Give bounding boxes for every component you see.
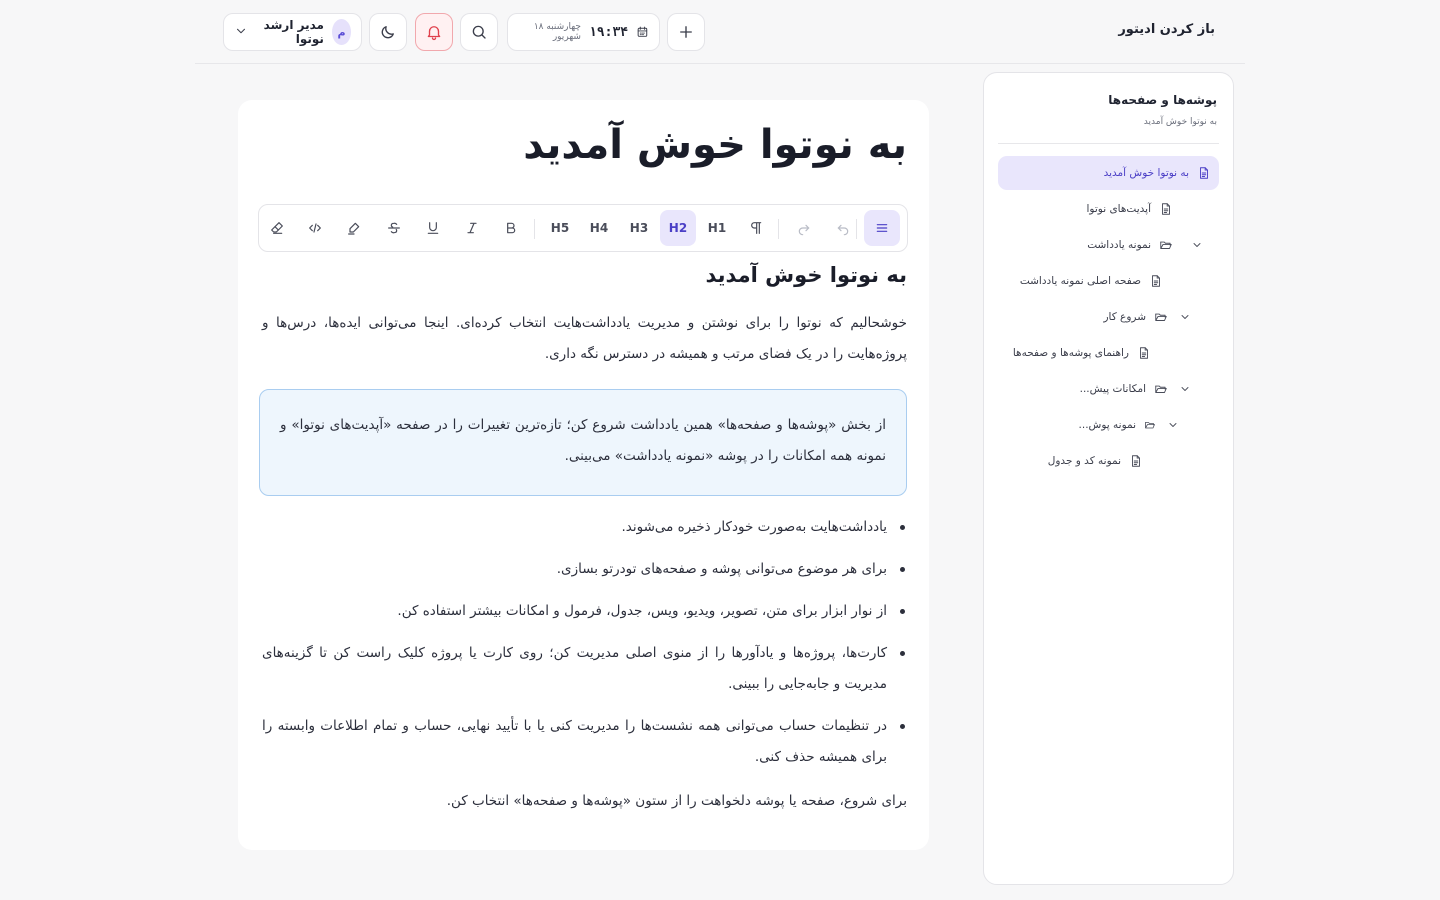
sidebar-item-getting-started[interactable]: شروع کار [1103, 300, 1168, 334]
search-icon [472, 25, 486, 39]
user-name: مدیر ارشد نوتوا [263, 18, 324, 46]
sidebar-divider [998, 143, 1219, 144]
undo-button[interactable] [825, 210, 861, 246]
file-icon [1140, 347, 1148, 359]
sidebar: پوشه‌ها و صفحه‌ها به نوتوا خوش آمدید به … [983, 72, 1234, 885]
strikethrough-icon [388, 222, 400, 234]
sidebar-item-label: نمونه پوش... [1078, 419, 1136, 431]
folder-open-icon [1160, 241, 1172, 249]
sidebar-item-label: راهنمای پوشه‌ها و صفحه‌ها [1012, 347, 1129, 359]
file-icon [1162, 203, 1170, 215]
folder-open-icon [1155, 313, 1167, 321]
list-item[interactable]: کارت‌ها، پروژه‌ها و یادآورها را از منوی … [262, 638, 907, 700]
list-item[interactable]: برای هر موضوع می‌توانی پوشه و صفحه‌های ت… [262, 554, 907, 585]
sidebar-item-sample-note[interactable]: نمونه یادداشت [1087, 228, 1173, 262]
bold-button[interactable] [493, 210, 529, 246]
sidebar-item-label: نمونه یادداشت [1087, 239, 1151, 251]
sidebar-item-welcome[interactable]: به نوتوا خوش آمدید [998, 156, 1219, 190]
highlighter-icon [348, 222, 360, 235]
intro-paragraph[interactable]: خوشحالیم که نوتوا را برای نوشتن و مدیریت… [262, 308, 907, 370]
sidebar-item-sample-home[interactable]: صفحه اصلی نمونه یادداشت [1020, 264, 1163, 298]
underline-button[interactable] [415, 210, 451, 246]
strikethrough-button[interactable] [376, 210, 412, 246]
sidebar-item-label: به نوتوا خوش آمدید [1103, 167, 1189, 179]
sidebar-item-advanced[interactable]: امکانات پیش... [1080, 372, 1168, 406]
chevron-down-icon [234, 23, 248, 42]
underline-icon [427, 222, 439, 234]
heading-2-button[interactable]: H2 [660, 210, 696, 246]
eraser-icon [271, 222, 283, 234]
sidebar-item-label: امکانات پیش... [1079, 383, 1146, 395]
date-display[interactable]: ۱۹:۳۴ چهارشنبه ۱۸ شهریور [507, 13, 660, 51]
sidebar-item-label: صفحه اصلی نمونه یادداشت [1019, 275, 1141, 287]
list-item[interactable]: یادداشت‌هایت به‌صورت خودکار ذخیره می‌شون… [262, 512, 907, 543]
italic-icon [467, 222, 477, 234]
bold-icon [507, 222, 516, 234]
heading-3-button[interactable]: H3 [621, 210, 657, 246]
file-icon [1132, 455, 1140, 467]
heading-5-button[interactable]: H5 [542, 210, 578, 246]
outro-paragraph[interactable]: برای شروع، صفحه یا پوشه دلخواهت را از ست… [262, 786, 907, 817]
list-item[interactable]: در تنظیمات حساب می‌توانی همه نشست‌ها را … [262, 711, 907, 773]
sidebar-item-code-table[interactable]: نمونه کد و جدول [1048, 444, 1143, 478]
chevron-down-icon[interactable] [1178, 310, 1192, 324]
sidebar-subtitle: به نوتوا خوش آمدید [1143, 117, 1217, 127]
sidebar-item-folders-guide[interactable]: راهنمای پوشه‌ها و صفحه‌ها [1013, 336, 1151, 370]
sidebar-item-updates[interactable]: آپدیت‌های نوتوا [1087, 192, 1174, 226]
code-icon [309, 223, 321, 233]
add-button[interactable] [667, 13, 705, 51]
sidebar-title: پوشه‌ها و صفحه‌ها [1108, 93, 1217, 107]
undo-icon [837, 224, 849, 236]
top-bar: باز کردن ادیتور ۱۹:۳۴ چهارشنبه ۱۸ شهریور… [195, 0, 1245, 64]
sidebar-item-label: شروع کار [1103, 311, 1146, 323]
code-button[interactable] [297, 210, 333, 246]
plus-icon [680, 26, 692, 38]
editor-toolbar: H1 H2 H3 H4 H5 [258, 204, 908, 252]
sidebar-item-label: آپدیت‌های نوتوا [1086, 203, 1152, 215]
list-item[interactable]: از نوار ابزار برای متن، تصویر، ویدیو، وی… [262, 596, 907, 627]
highlight-button[interactable] [336, 210, 372, 246]
chevron-down-icon[interactable] [1166, 418, 1180, 432]
bullet-list: یادداشت‌هایت به‌صورت خودکار ذخیره می‌شون… [262, 512, 907, 784]
toolbar-divider [778, 219, 779, 239]
theme-toggle-button[interactable] [369, 13, 407, 51]
search-button[interactable] [460, 13, 498, 51]
user-menu[interactable]: م مدیر ارشد نوتوا [223, 13, 362, 51]
toolbar-divider [534, 219, 535, 239]
pilcrow-icon [751, 222, 762, 234]
paragraph-button[interactable] [738, 210, 774, 246]
notifications-button[interactable] [415, 13, 453, 51]
avatar: م [331, 19, 351, 45]
sidebar-item-label: نمونه کد و جدول [1047, 455, 1121, 467]
document-card: به نوتوا خوش آمدید H1 H2 H3 H4 H5 به نوت… [238, 100, 929, 850]
page-title[interactable]: به نوتوا خوش آمدید [523, 122, 907, 168]
calendar-icon [637, 26, 648, 37]
date-time: ۱۹:۳۴ [588, 24, 629, 40]
file-icon [1152, 275, 1160, 287]
heading-1-button[interactable]: H1 [699, 210, 735, 246]
chevron-down-icon[interactable] [1178, 382, 1192, 396]
menu-icon [876, 224, 888, 232]
callout-box[interactable]: از بخش «پوشه‌ها و صفحه‌ها» همین یادداشت … [259, 389, 907, 496]
folder-open-icon [1145, 422, 1155, 429]
open-editor-link[interactable]: باز کردن ادیتور [1118, 22, 1215, 37]
file-icon [1200, 167, 1208, 179]
date-day: چهارشنبه ۱۸ شهریور [533, 22, 581, 42]
toolbar-menu-button[interactable] [864, 210, 900, 246]
heading-4-button[interactable]: H4 [581, 210, 617, 246]
folder-open-icon [1155, 385, 1167, 393]
clear-format-button[interactable] [259, 210, 295, 246]
redo-button[interactable] [786, 210, 822, 246]
chevron-down-icon[interactable] [1190, 238, 1204, 252]
content-heading[interactable]: به نوتوا خوش آمدید [706, 263, 907, 287]
bell-icon [427, 26, 441, 41]
sidebar-item-sample-folder[interactable]: نمونه پوش... [1079, 408, 1156, 442]
app-shell: باز کردن ادیتور ۱۹:۳۴ چهارشنبه ۱۸ شهریور… [195, 0, 1245, 900]
moon-icon [381, 26, 394, 39]
italic-button[interactable] [454, 210, 490, 246]
redo-icon [798, 224, 810, 236]
